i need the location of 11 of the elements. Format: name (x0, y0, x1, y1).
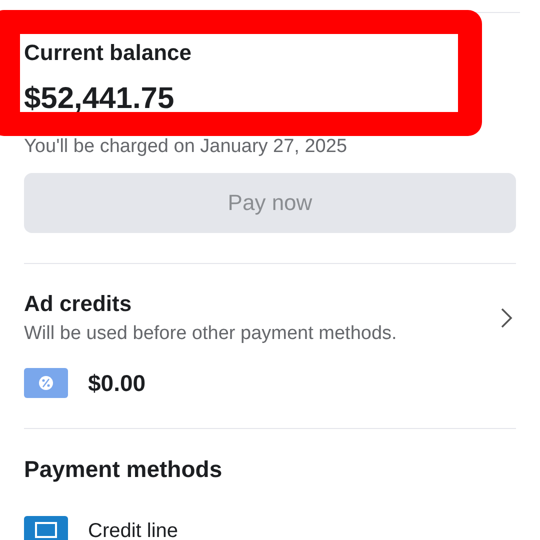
chevron-right-icon (500, 307, 514, 329)
credit-amount: $0.00 (88, 370, 146, 396)
balance-amount: $52,441.75 (24, 81, 176, 117)
coupon-icon (24, 368, 68, 398)
section-title: Payment methods (23, 455, 224, 483)
section-subtitle: Will be used before other payment methods. (24, 322, 397, 346)
card-icon (24, 516, 68, 540)
charge-date-text: You'll be charged on January 27, 2025 (24, 135, 348, 159)
payment-method-label[interactable]: Credit line (88, 520, 178, 540)
section-title: Ad credits (24, 290, 133, 318)
balance-label: Current balance (24, 39, 192, 67)
